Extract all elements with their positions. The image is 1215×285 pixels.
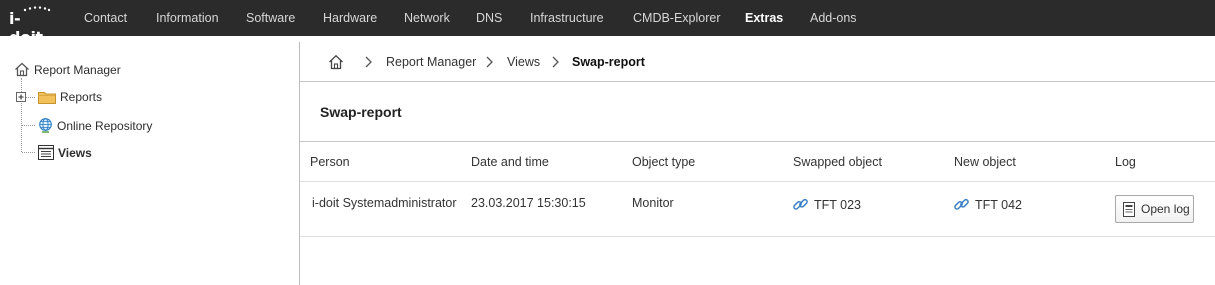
link-icon xyxy=(793,198,808,210)
chevron-right-icon xyxy=(486,56,493,68)
nav-network[interactable]: Network xyxy=(404,11,450,25)
expand-plus-icon[interactable] xyxy=(16,92,26,102)
cell-datetime: 23.03.2017 15:30:15 xyxy=(471,196,586,210)
breadcrumb-report-manager[interactable]: Report Manager xyxy=(386,55,476,69)
open-log-label: Open log xyxy=(1141,202,1190,216)
chevron-right-icon xyxy=(365,56,372,68)
home-icon[interactable] xyxy=(328,54,344,70)
tree-root-label: Report Manager xyxy=(34,62,121,77)
chevron-right-icon xyxy=(552,56,559,68)
nav-information[interactable]: Information xyxy=(156,11,219,25)
nav-extras[interactable]: Extras xyxy=(745,11,783,25)
tree-item-label: Views xyxy=(58,145,92,160)
column-header-object-type[interactable]: Object type xyxy=(632,155,695,169)
tree-item-online-repository[interactable]: Online Repository xyxy=(38,118,152,133)
globe-icon xyxy=(39,118,52,133)
swapped-object-link[interactable]: TFT 023 xyxy=(814,198,861,212)
nav-dns[interactable]: DNS xyxy=(476,11,502,25)
nav-add-ons[interactable]: Add-ons xyxy=(810,11,857,25)
breadcrumb-views[interactable]: Views xyxy=(507,55,540,69)
tree-item-label: Reports xyxy=(60,90,103,104)
tree-line-views xyxy=(22,152,35,153)
open-log-button[interactable]: Open log xyxy=(1115,195,1194,223)
folder-icon xyxy=(38,92,56,104)
table-view-icon xyxy=(38,145,54,160)
column-header-person[interactable]: Person xyxy=(310,155,350,169)
tree-line-online-repository xyxy=(22,125,35,126)
app-logo[interactable]: i-doit xyxy=(9,6,53,47)
column-header-log[interactable]: Log xyxy=(1115,155,1136,169)
nav-software[interactable]: Software xyxy=(246,11,295,25)
tree-item-reports[interactable]: Reports xyxy=(16,90,102,104)
cell-object-type: Monitor xyxy=(632,196,674,210)
nav-contact[interactable]: Contact xyxy=(84,11,127,25)
column-header-new-object[interactable]: New object xyxy=(954,155,1016,169)
breadcrumb: Report Manager Views Swap-report xyxy=(300,42,1215,82)
report-tree: Report Manager Reports Online Repository… xyxy=(0,42,299,285)
divider xyxy=(300,141,1215,142)
cell-new-object[interactable]: TFT 042 xyxy=(953,196,1022,213)
cell-person: i-doit Systemadministrator xyxy=(312,196,457,210)
top-navigation-bar: i-doit Contact Information Software Hard… xyxy=(0,0,1215,47)
column-header-date-time[interactable]: Date and time xyxy=(471,155,549,169)
tree-item-views[interactable]: Views xyxy=(38,145,92,160)
nav-infrastructure[interactable]: Infrastructure xyxy=(530,11,604,25)
divider xyxy=(300,181,1215,182)
cell-swapped-object[interactable]: TFT 023 xyxy=(792,196,861,213)
divider xyxy=(300,236,1215,237)
breadcrumb-current: Swap-report xyxy=(572,55,645,69)
nav-cmdb-explorer[interactable]: CMDB-Explorer xyxy=(633,11,721,25)
link-icon xyxy=(954,198,969,210)
column-header-swapped-object[interactable]: Swapped object xyxy=(793,155,882,169)
nav-hardware[interactable]: Hardware xyxy=(323,11,377,25)
log-document-icon xyxy=(1123,201,1135,217)
tree-item-label: Online Repository xyxy=(57,118,153,133)
page-title: Swap-report xyxy=(320,104,402,120)
tree-root-report-manager[interactable]: Report Manager xyxy=(14,62,121,77)
new-object-link[interactable]: TFT 042 xyxy=(975,198,1022,212)
home-icon xyxy=(15,62,29,77)
